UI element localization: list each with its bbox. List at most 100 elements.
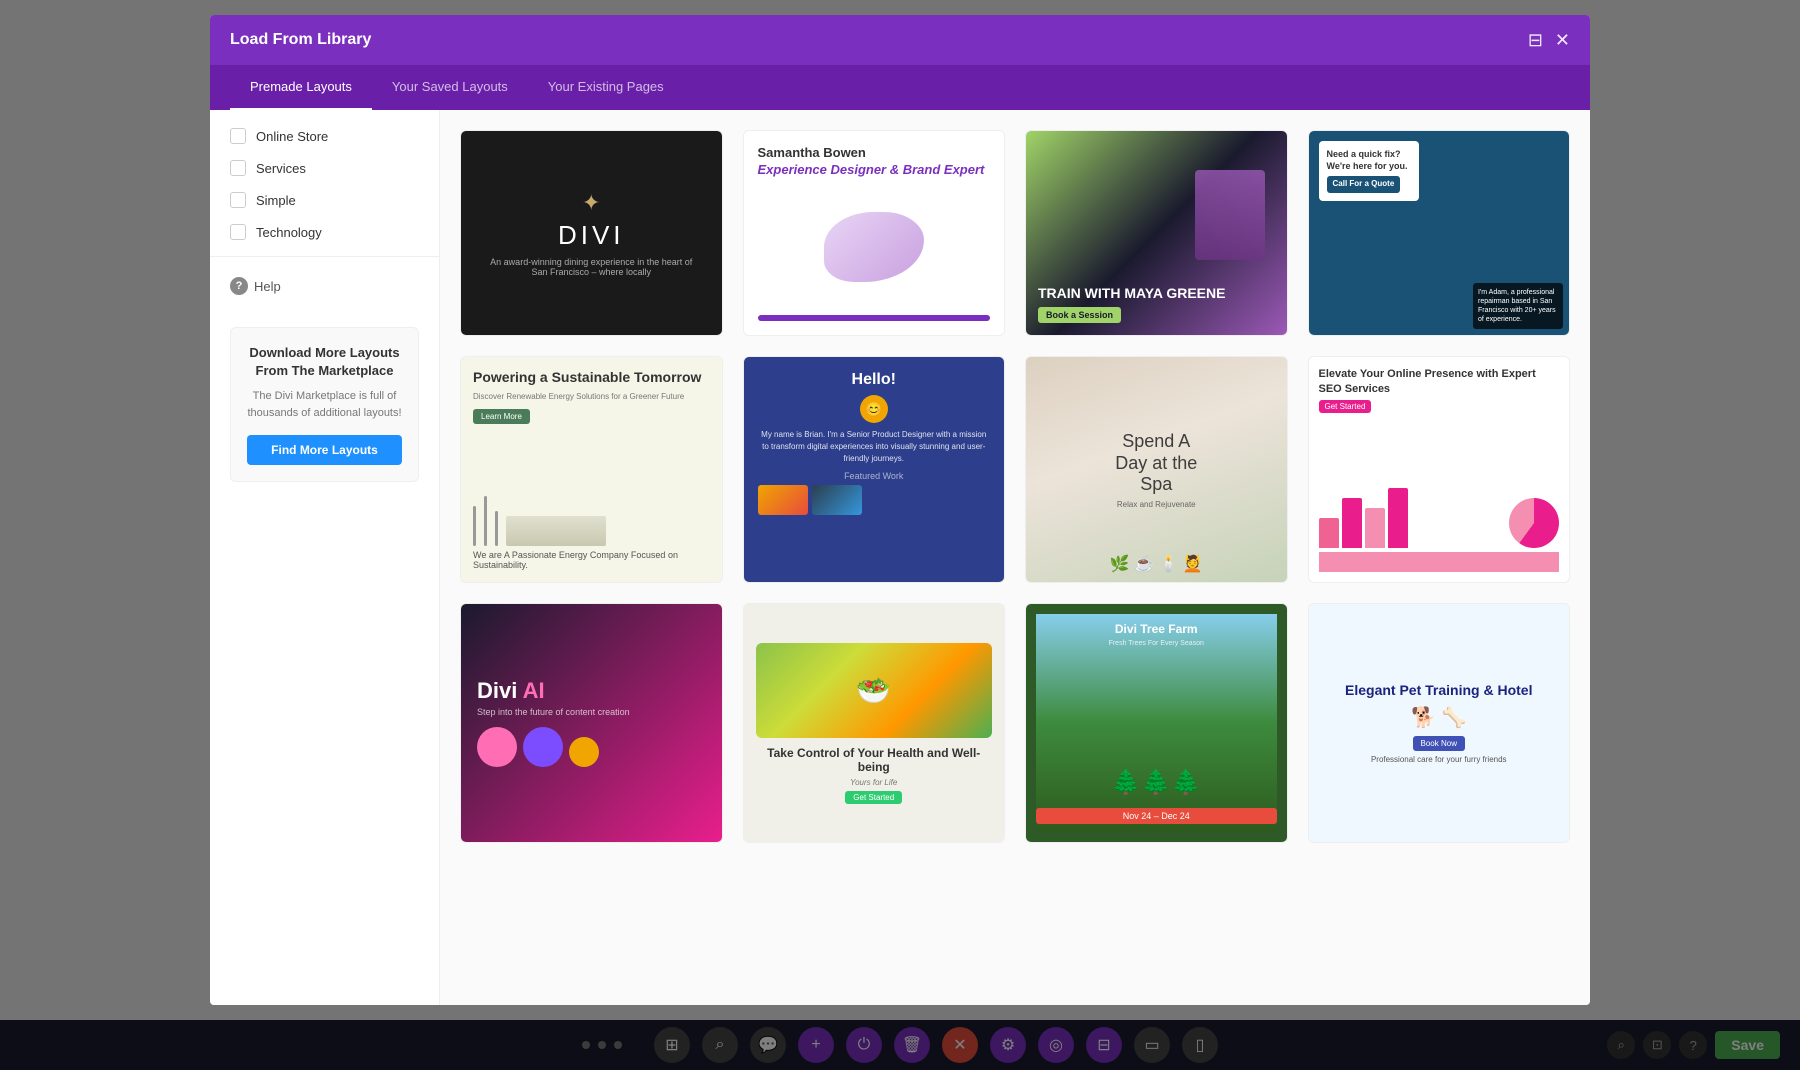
quick-fix-box: Need a quick fix? We're here for you. Ca… (1319, 141, 1419, 201)
pet-training-info: Elegant Pet Training & Hotel Layout Pack (1309, 842, 1570, 843)
cd-blob-area (758, 185, 991, 310)
tree-farm-bg: Divi Tree Farm Fresh Trees For Every Sea… (1036, 614, 1277, 832)
layout-card-sustainable-energy[interactable]: Powering a Sustainable Tomorrow Discover… (460, 356, 723, 583)
sidebar-item-simple[interactable]: Simple (210, 184, 439, 216)
dp-featured: Featured Work (758, 471, 991, 481)
modal-header: Load From Library ⊟ ✕ (210, 15, 1590, 65)
farm-tagline: Fresh Trees For Every Season (1036, 640, 1277, 647)
find-more-layouts-button[interactable]: Find More Layouts (247, 435, 402, 465)
health-food-image: 🥗 (756, 643, 993, 738)
pet-headline: Elegant Pet Training & Hotel (1345, 682, 1532, 699)
ai-subtitle: Step into the future of content creation (477, 707, 630, 717)
spa-bg: Spend ADay at theSpa Relax and Rejuvenat… (1026, 357, 1287, 582)
fitness-cta-btn: Book a Session (1038, 307, 1121, 323)
dp-avatar: 😊 (860, 395, 888, 423)
spa-overlay: Spend ADay at theSpa Relax and Rejuvenat… (1026, 357, 1287, 582)
tree-farm-overlay: Divi Tree Farm Fresh Trees For Every Sea… (1036, 622, 1277, 651)
layout-preview-spa: Spend ADay at theSpa Relax and Rejuvenat… (1026, 357, 1287, 582)
tab-saved-layouts[interactable]: Your Saved Layouts (372, 65, 528, 110)
layout-preview-design-portfolio: Hello! 😊 My name is Brian. I'm a Senior … (744, 357, 1005, 582)
repairman-info: Repairman Layout Pack (1309, 335, 1570, 336)
spa-icons: 🌿 ☕ 🕯️ 💆 (1026, 554, 1287, 574)
checkbox-simple[interactable] (230, 192, 246, 208)
tree-farm-info: Divi Tree Farm Layout Pack (1026, 842, 1287, 843)
seo-specialist-info: SEO Specialist Layout Pack (1309, 582, 1570, 583)
tab-premade-layouts[interactable]: Premade Layouts (230, 65, 372, 110)
layout-card-health[interactable]: 🥗 Take Control of Your Health and Well-b… (743, 603, 1006, 843)
layout-card-pet-training[interactable]: Elegant Pet Training & Hotel 🐕 🦴 Book No… (1308, 603, 1571, 843)
layout-card-seo-specialist[interactable]: Elevate Your Online Presence with Expert… (1308, 356, 1571, 583)
sidebar-label-technology: Technology (256, 225, 322, 240)
tab-existing-pages[interactable]: Your Existing Pages (528, 65, 684, 110)
modal-settings-button[interactable]: ⊟ (1528, 30, 1543, 51)
help-link[interactable]: ? Help (210, 265, 439, 307)
cd-divider-bar (758, 315, 991, 321)
dp-bio: My name is Brian. I'm a Senior Product D… (758, 429, 991, 465)
layout-preview-sustainable: Powering a Sustainable Tomorrow Discover… (461, 357, 722, 582)
modal-close-button[interactable]: ✕ (1555, 30, 1570, 51)
sus-subheading: Discover Renewable Energy Solutions for … (473, 392, 710, 401)
cd-blob-shape (824, 212, 924, 282)
layout-preview-pet-training: Elegant Pet Training & Hotel 🐕 🦴 Book No… (1309, 604, 1570, 842)
spa-headline: Spend ADay at theSpa (1115, 431, 1197, 496)
checkbox-online-store[interactable] (230, 128, 246, 144)
sus-detail: We are A Passionate Energy Company Focus… (473, 550, 710, 570)
sus-cta-btn: Learn More (473, 409, 530, 424)
checkbox-services[interactable] (230, 160, 246, 176)
divi-ai-info: Divi AI Layout Pack (461, 842, 722, 843)
layouts-grid: ✦ DIVI An award-winning dining experienc… (460, 130, 1570, 843)
layout-preview-seo: Elevate Your Online Presence with Expert… (1309, 357, 1570, 582)
layout-preview-fine-dining: ✦ DIVI An award-winning dining experienc… (461, 131, 722, 335)
quote-btn: Call For a Quote (1327, 176, 1401, 192)
seo-pink-bar (1319, 552, 1560, 572)
sidebar-item-services[interactable]: Services (210, 152, 439, 184)
layout-preview-health: 🥗 Take Control of Your Health and Well-b… (744, 604, 1005, 842)
spa-info: Spa Layout Pack (1026, 582, 1287, 583)
sidebar: Online Store Services Simple Technology … (210, 110, 440, 1005)
modal-overlay: Load From Library ⊟ ✕ Premade Layouts Yo… (0, 0, 1800, 1070)
layouts-content-area[interactable]: ✦ DIVI An award-winning dining experienc… (440, 110, 1590, 1005)
fine-dining-logo-symbol: ✦ (582, 190, 600, 216)
sidebar-promo-section: Download More Layouts From The Marketpla… (210, 307, 439, 502)
layout-card-fine-dining[interactable]: ✦ DIVI An award-winning dining experienc… (460, 130, 723, 336)
dp-work-thumbnails (758, 485, 991, 515)
sidebar-item-technology[interactable]: Technology (210, 216, 439, 248)
load-from-library-modal: Load From Library ⊟ ✕ Premade Layouts Yo… (210, 15, 1590, 1005)
sidebar-promo-box: Download More Layouts From The Marketpla… (230, 327, 419, 482)
modal-header-actions: ⊟ ✕ (1528, 30, 1570, 51)
layout-card-creative-director[interactable]: Samantha BowenExperience Designer & Bran… (743, 130, 1006, 336)
fine-dining-brand-name: DIVI (558, 220, 625, 251)
ai-accent: AI (523, 678, 545, 703)
ai-title: Divi AI (477, 679, 545, 703)
layout-preview-creative-director: Samantha BowenExperience Designer & Bran… (744, 131, 1005, 335)
fitness-headline: TRAIN WITH MAYA GREENE Book a Session (1038, 286, 1275, 323)
fitness-trainer-info: Fitness Trainer Layout Pack (1026, 335, 1287, 336)
sustainable-energy-info: Sustainable Energy Layout Pack (461, 582, 722, 583)
sidebar-label-services: Services (256, 161, 306, 176)
pet-emoji: 🐕 🦴 (1411, 705, 1466, 730)
checkbox-technology[interactable] (230, 224, 246, 240)
health-headline: Take Control of Your Health and Well-bei… (756, 746, 993, 774)
modal-tabs: Premade Layouts Your Saved Layouts Your … (210, 65, 1590, 110)
health-signature: Yours for Life (850, 778, 897, 787)
layout-card-fitness-trainer[interactable]: TRAIN WITH MAYA GREENE Book a Session Fi… (1025, 130, 1288, 336)
promo-title: Download More Layouts From The Marketpla… (247, 344, 402, 380)
layout-card-design-portfolio[interactable]: Hello! 😊 My name is Brian. I'm a Senior … (743, 356, 1006, 583)
pet-tagline: Professional care for your furry friends (1371, 755, 1507, 764)
layout-card-divi-ai[interactable]: Divi AI Step into the future of content … (460, 603, 723, 843)
cd-headline: Samantha BowenExperience Designer & Bran… (758, 145, 991, 179)
layout-preview-divi-ai: Divi AI Step into the future of content … (461, 604, 722, 842)
sus-headline: Powering a Sustainable Tomorrow (473, 369, 710, 386)
layout-card-repairman[interactable]: Need a quick fix? We're here for you. Ca… (1308, 130, 1571, 336)
sidebar-label-online-store: Online Store (256, 129, 328, 144)
fine-dining-tagline: An award-winning dining experience in th… (461, 257, 722, 277)
seo-headline: Elevate Your Online Presence with Expert… (1319, 367, 1560, 396)
layout-card-tree-farm[interactable]: Divi Tree Farm Fresh Trees For Every Sea… (1025, 603, 1288, 843)
seo-chart-area (1319, 417, 1560, 548)
sidebar-item-online-store[interactable]: Online Store (210, 120, 439, 152)
sidebar-label-simple: Simple (256, 193, 296, 208)
sidebar-divider (210, 256, 439, 257)
seo-cta-btn: Get Started (1319, 400, 1372, 413)
layout-card-spa[interactable]: Spend ADay at theSpa Relax and Rejuvenat… (1025, 356, 1288, 583)
creative-director-info: Creative Director Layout Pack (744, 335, 1005, 336)
